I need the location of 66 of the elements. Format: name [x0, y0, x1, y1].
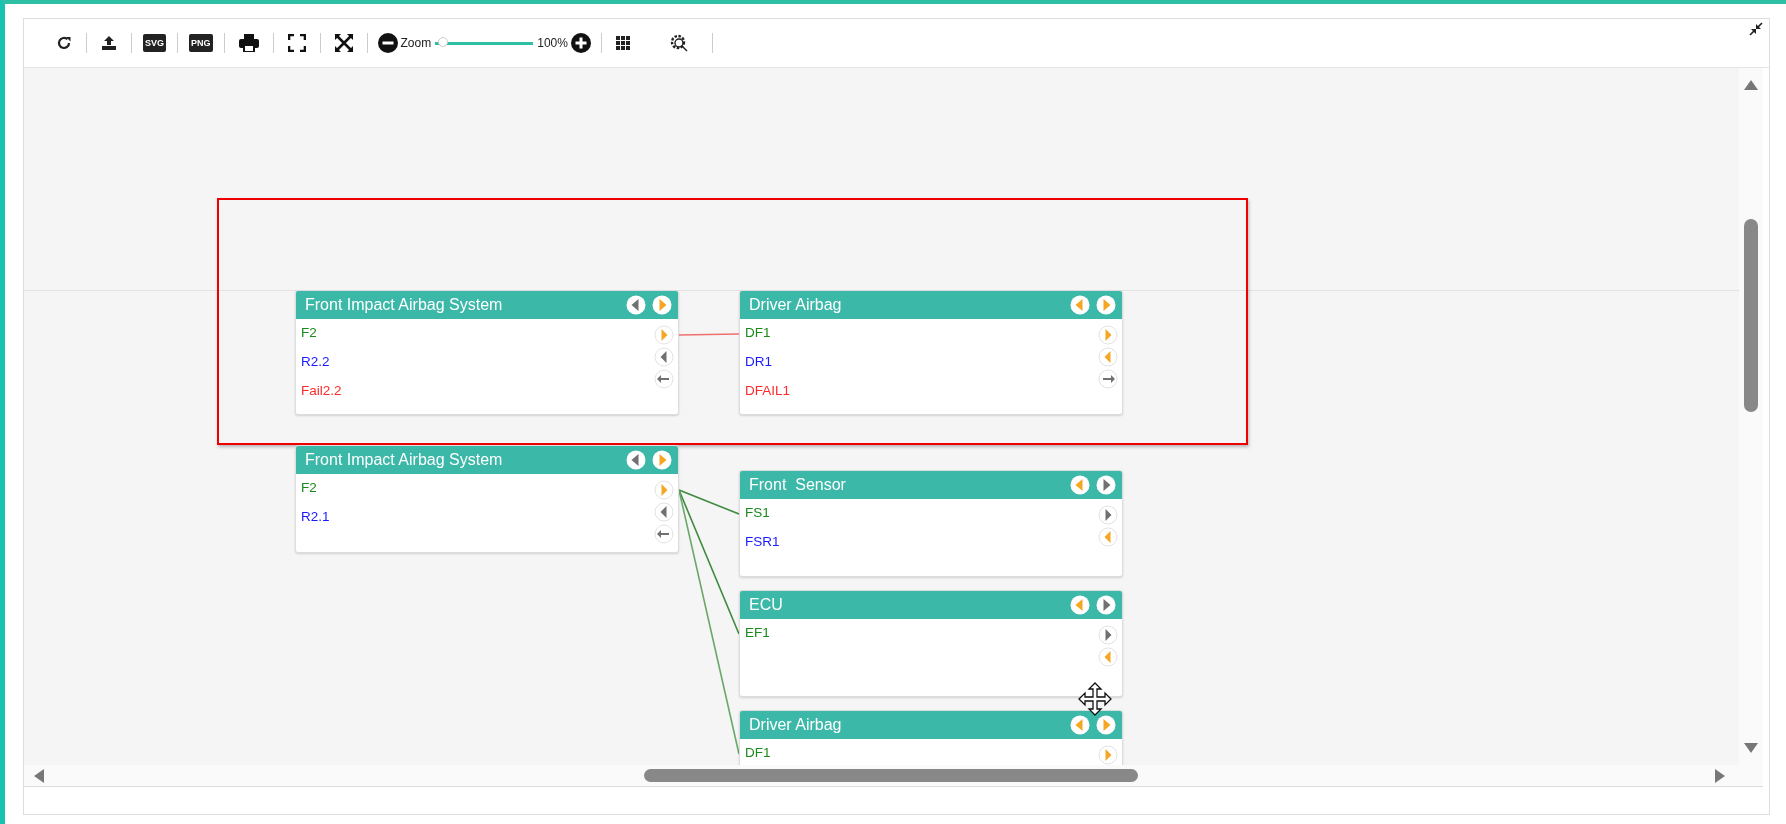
left-arrow-button[interactable] [626, 450, 646, 470]
node-title: Front Impact Airbag System [305, 296, 503, 314]
zoom-label: Zoom [400, 36, 432, 50]
node-title: Driver Airbag [749, 716, 842, 734]
port-label: Fail2.2 [301, 382, 342, 400]
diagram-node[interactable]: Front Sensor FS1 FSR1 [739, 470, 1123, 577]
port-label: F2 [301, 324, 317, 342]
left-arrow-button[interactable] [1070, 715, 1090, 735]
port-label: FSR1 [745, 533, 780, 551]
diagram-node[interactable]: Front Impact Airbag System F2 R2.2 Fail2.2 [295, 290, 679, 415]
left-triangle-port-icon[interactable] [654, 502, 674, 522]
port-label: R2.2 [301, 353, 330, 371]
arrow-port-icon[interactable] [654, 524, 674, 544]
zoom-slider-thumb[interactable] [438, 36, 449, 47]
port-label: DR1 [745, 353, 772, 371]
node-title: Front Sensor [749, 476, 846, 494]
port-label: EF1 [745, 624, 770, 642]
diagram-node[interactable]: Front Impact Airbag System F2 R2.1 [295, 445, 679, 553]
fullscreen-icon [287, 34, 306, 52]
scroll-right-icon[interactable] [1715, 769, 1725, 783]
scrollbar-thumb[interactable] [644, 769, 1138, 782]
right-arrow-button[interactable] [1096, 715, 1116, 735]
scroll-up-icon[interactable] [1744, 80, 1758, 90]
port-label: DF1 [745, 744, 771, 762]
left-arrow-button[interactable] [1070, 295, 1090, 315]
scroll-left-icon[interactable] [34, 768, 44, 783]
vertical-scrollbar[interactable] [1739, 68, 1763, 765]
right-triangle-port-icon[interactable] [1098, 505, 1118, 525]
scrollbar-thumb[interactable] [1744, 219, 1758, 412]
print-icon [238, 34, 259, 52]
port-label: DF1 [745, 324, 771, 342]
port-label: FS1 [745, 504, 770, 522]
right-triangle-port-icon[interactable] [1098, 625, 1118, 645]
node-title: ECU [749, 596, 783, 614]
left-arrow-button[interactable] [1070, 475, 1090, 495]
png-export-button[interactable]: PNG [189, 34, 213, 52]
arrow-port-icon[interactable] [1098, 369, 1118, 389]
diagram-node[interactable]: Driver Airbag DF1 DR1 DFAIL1 [739, 290, 1123, 415]
diagram-node[interactable]: Driver Airbag DF1 [739, 710, 1123, 765]
port-label: F2 [301, 479, 317, 497]
svg-export-button[interactable]: SVG [143, 34, 166, 52]
collapse-icon[interactable] [1749, 22, 1763, 36]
expand-arrows-icon [334, 34, 353, 52]
horizontal-scrollbar[interactable] [24, 765, 1763, 787]
grid-icon [615, 36, 630, 50]
right-arrow-button[interactable] [1096, 295, 1116, 315]
right-arrow-button[interactable] [652, 295, 672, 315]
upload-icon [101, 35, 117, 51]
arrow-port-icon[interactable] [654, 369, 674, 389]
right-arrow-button[interactable] [652, 450, 672, 470]
port-label: DFAIL1 [745, 382, 791, 400]
diagram-node[interactable]: ECU EF1 [739, 590, 1123, 697]
left-triangle-port-icon[interactable] [654, 347, 674, 367]
zoom-value: 100% [537, 36, 568, 50]
left-arrow-button[interactable] [626, 295, 646, 315]
zoom-in-button[interactable] [570, 33, 591, 53]
right-arrow-button[interactable] [1096, 595, 1116, 615]
move-cursor-icon [1078, 682, 1112, 716]
refresh-icon [56, 35, 72, 51]
port-label: R2.1 [301, 508, 330, 526]
zoom-out-button[interactable] [377, 33, 398, 53]
scroll-down-icon[interactable] [1744, 743, 1758, 753]
node-title: Front Impact Airbag System [305, 451, 503, 469]
left-arrow-button[interactable] [1070, 595, 1090, 615]
right-arrow-button[interactable] [1096, 475, 1116, 495]
node-title: Driver Airbag [749, 296, 842, 314]
